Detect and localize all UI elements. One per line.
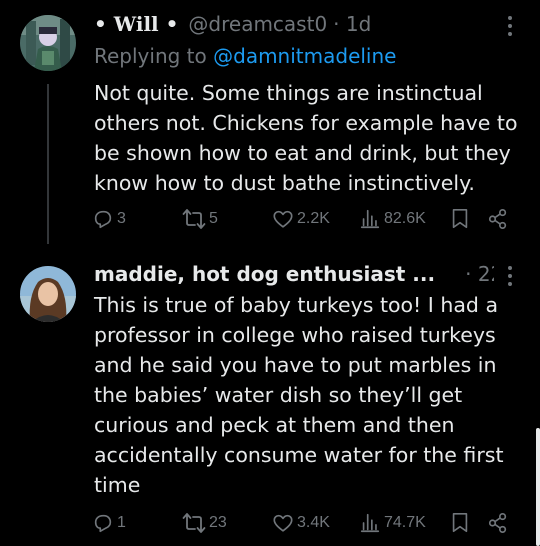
repost-button[interactable]: 5 [182,208,218,230]
reply-button[interactable]: 1 [92,512,126,534]
bookmark-icon [452,209,468,229]
display-name[interactable]: • Will • [94,12,178,36]
reply-icon [94,210,112,229]
repost-count: 23 [209,514,227,531]
share-icon [488,209,507,229]
bookmark-button[interactable] [450,512,470,534]
reply-count: 3 [117,210,126,227]
share-button[interactable] [486,512,510,534]
repost-count: 5 [209,210,218,227]
repost-button[interactable]: 23 [182,512,227,534]
like-button[interactable]: 3.4K [272,512,330,534]
avatar[interactable] [20,266,76,322]
post-text: Not quite. Some things are instinctual o… [94,81,518,195]
views-icon [360,209,380,229]
bookmark-button[interactable] [450,208,470,230]
bookmark-icon [452,513,468,533]
post-text: This is true of baby turkeys too! I had … [94,293,504,497]
action-bar: 1 23 3.4K 74.7K [92,512,522,538]
display-name[interactable]: maddie, hot dog enthusiast ... [94,262,435,286]
reply-button[interactable]: 3 [92,208,126,230]
replying-to: Replying to @damnitmadeline [94,44,396,68]
like-count: 2.2K [297,210,330,227]
share-button[interactable] [486,208,510,230]
repost-icon [182,513,206,533]
view-count: 82.6K [384,210,426,227]
thread-line [47,84,49,244]
reply-icon [94,514,112,533]
more-icon[interactable] [508,266,512,286]
views-icon [360,513,380,533]
avatar[interactable] [20,15,76,71]
handle[interactable]: @dreamcast0 [188,12,327,36]
views-button[interactable]: 74.7K [359,512,426,534]
like-icon [273,514,293,532]
replying-to-link[interactable]: @damnitmadeline [213,44,396,68]
like-icon [273,210,293,228]
replying-to-label: Replying to [94,44,214,68]
scrollbar[interactable] [536,428,540,546]
like-button[interactable]: 2.2K [272,208,330,230]
share-icon [488,513,507,533]
views-button[interactable]: 82.6K [359,208,426,230]
more-icon[interactable] [508,16,512,36]
timestamp[interactable]: · 1d [333,12,371,36]
repost-icon [182,209,206,229]
timestamp[interactable]: · 22h [465,262,494,286]
action-bar: 3 5 2.2K 82.6K [92,208,522,234]
reply-count: 1 [117,514,126,531]
view-count: 74.7K [384,514,426,531]
like-count: 3.4K [297,514,330,531]
